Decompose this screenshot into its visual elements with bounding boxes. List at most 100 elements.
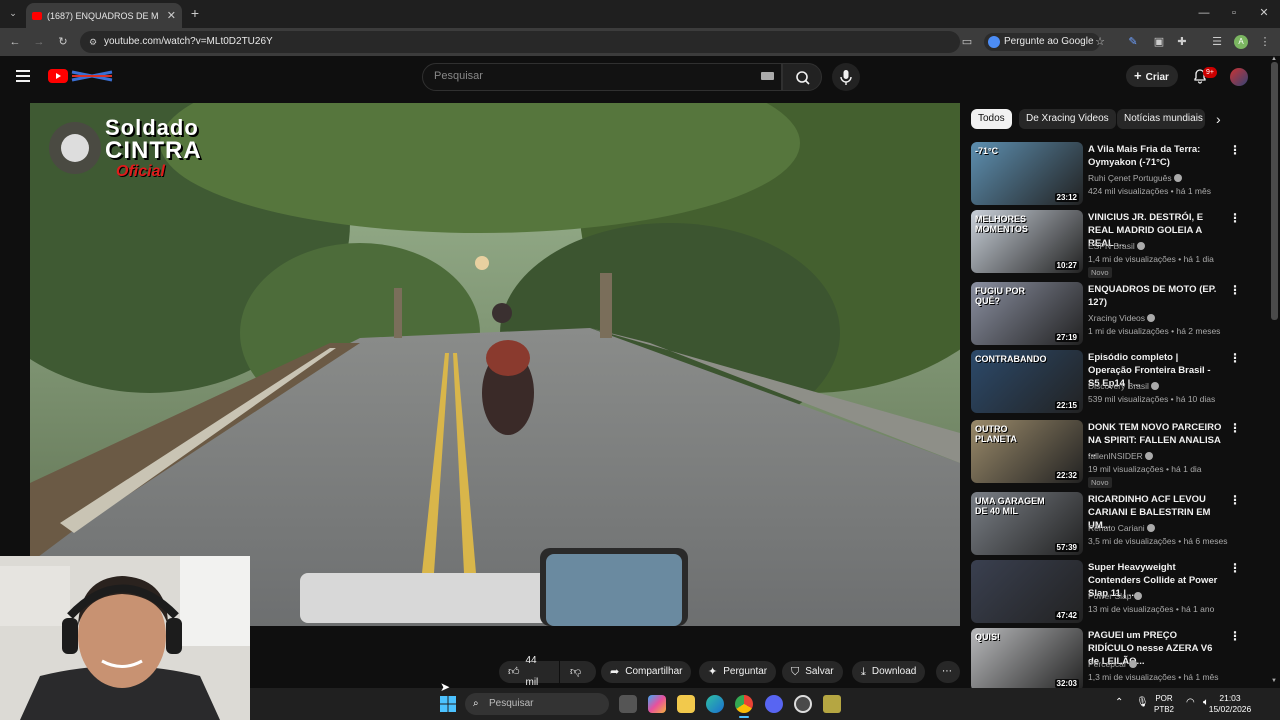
task-view-icon[interactable] — [619, 695, 637, 713]
channel-name[interactable]: Renato Cariani — [1088, 523, 1156, 533]
file-explorer-icon[interactable] — [677, 695, 695, 713]
chip-noticias[interactable]: Notícias mundiais — [1117, 109, 1205, 129]
channel-name[interactable]: Ruhi Çenet Português — [1088, 173, 1183, 183]
more-options-icon[interactable]: ⋮ — [1229, 283, 1241, 297]
recommendation-item[interactable]: CONTRABANDO 22:15 Episódio completo | Oper… — [971, 350, 1261, 414]
channel-name[interactable]: Discovery Brasil — [1088, 381, 1160, 391]
recommendation-item[interactable]: MELHORES MOMENTOS 10:27 VINICIUS JR. DESTR… — [971, 210, 1261, 278]
new-tab-icon[interactable]: + — [187, 5, 203, 21]
edge-browser-icon[interactable] — [706, 695, 724, 713]
channel-name[interactable]: Percepcar — [1088, 659, 1138, 669]
extensions-puzzle-icon[interactable]: ✚ — [1175, 35, 1189, 49]
save-button[interactable]: ⛉ Salvar — [782, 661, 843, 683]
video-thumbnail[interactable]: QUIS! 32:03 — [971, 628, 1083, 691]
youtube-logo[interactable] — [48, 69, 114, 83]
channel-name-text: Ruhi Çenet Português — [1088, 173, 1172, 183]
minimize-icon[interactable]: — — [1190, 4, 1218, 22]
channel-name[interactable]: ESPN Brasil — [1088, 241, 1146, 251]
maximize-icon[interactable]: ▫ — [1220, 4, 1248, 22]
extension-translate-icon[interactable]: ✎ — [1126, 35, 1140, 49]
browser-tab[interactable]: (1687) ENQUADROS DE M ✕ — [26, 3, 182, 28]
windows-start-icon[interactable] — [440, 696, 456, 712]
language-indicator[interactable]: POR PTB2 — [1152, 693, 1176, 715]
more-options-icon[interactable]: ⋮ — [1229, 493, 1241, 507]
download-button[interactable]: ⤓ Download — [852, 661, 926, 683]
recommendation-item[interactable]: OUTRO PLANETA 22:32 DONK TEM NOVO PARCEIRO… — [971, 420, 1261, 488]
ask-button[interactable]: ✦ Perguntar — [699, 661, 777, 683]
more-options-icon[interactable]: ⋮ — [1229, 629, 1241, 643]
ask-google-label: Pergunte ao Google — [1004, 36, 1094, 47]
site-info-icon[interactable]: ⚙ — [86, 35, 100, 49]
cast-icon[interactable]: ▭ — [960, 35, 974, 49]
taskbar-search-input: Pesquisar — [489, 698, 534, 709]
more-options-icon[interactable]: ⋮ — [1229, 211, 1241, 225]
discord-icon[interactable] — [765, 695, 783, 713]
thumbnail-caption: FUGIU POR QUÊ? — [975, 286, 1026, 306]
wifi-icon[interactable]: ◠ — [1186, 697, 1195, 708]
bookmark-star-icon[interactable]: ☆ — [1093, 35, 1107, 49]
chip-xracing[interactable]: De Xracing Videos — [1019, 109, 1116, 129]
share-button[interactable]: ➦ Compartilhar — [601, 661, 692, 683]
close-tab-icon[interactable]: ✕ — [167, 9, 176, 22]
chevron-right-icon[interactable]: › — [1216, 111, 1221, 127]
language-code: POR — [1155, 694, 1173, 703]
keyboard-icon[interactable] — [761, 72, 774, 80]
video-thumbnail[interactable]: FUGIU POR QUÊ? 27:19 — [971, 282, 1083, 345]
video-thumbnail[interactable]: 47:42 — [971, 560, 1083, 623]
create-button[interactable]: + Criar — [1126, 65, 1178, 87]
recommendation-item[interactable]: 47:42 Super Heavyweight Contenders Collid… — [971, 560, 1261, 624]
url-text[interactable]: youtube.com/watch?v=MLt0D2TU26Y — [104, 36, 273, 47]
recommendation-item[interactable]: -71°C 23:12 A Vila Mais Fria da Terra: Oym… — [971, 142, 1261, 206]
reload-icon[interactable]: ↻ — [56, 35, 70, 49]
like-button[interactable]: 👍︎ 44 mil — [499, 655, 559, 688]
forward-icon[interactable]: → — [32, 35, 46, 49]
scroll-down-icon[interactable]: ▼ — [1271, 678, 1277, 684]
recommendation-item[interactable]: UMA GARAGEM DE 40 MIL 57:39 RICARDINHO ACF… — [971, 492, 1261, 556]
video-title[interactable]: ENQUADROS DE MOTO (EP. 127) — [1088, 283, 1224, 309]
account-avatar[interactable] — [1230, 68, 1248, 86]
steam-icon[interactable] — [794, 695, 812, 713]
video-title[interactable]: A Vila Mais Fria da Terra: Oymyakon (-71… — [1088, 143, 1224, 169]
chrome-browser-icon[interactable] — [735, 695, 753, 713]
search-input[interactable]: Pesquisar — [434, 70, 483, 82]
chrome-menu-icon[interactable]: ⋮ — [1258, 35, 1272, 49]
channel-name[interactable]: Power Slap — [1088, 591, 1142, 601]
more-options-icon[interactable]: ⋮ — [1229, 143, 1241, 157]
video-thumbnail[interactable]: OUTRO PLANETA 22:32 — [971, 420, 1083, 483]
video-thumbnail[interactable]: UMA GARAGEM DE 40 MIL 57:39 — [971, 492, 1083, 555]
dislike-button[interactable]: 👎︎ — [560, 661, 596, 683]
ask-google-button[interactable]: Pergunte ao Google — [984, 33, 1100, 51]
close-window-icon[interactable]: ✕ — [1250, 4, 1278, 22]
recommendation-item[interactable]: QUIS! 32:03 PAGUEI um PREÇO RIDÍCULO nesse… — [971, 628, 1261, 692]
video-metadata: 424 mil visualizações • há 1 mês — [1088, 186, 1211, 196]
thumbnail-caption: QUIS! — [975, 632, 1001, 642]
channel-name[interactable]: fallenINSIDER — [1088, 451, 1154, 461]
video-thumbnail[interactable]: CONTRABANDO 22:15 — [971, 350, 1083, 413]
hamburger-menu-icon[interactable] — [16, 70, 30, 82]
copilot-icon[interactable] — [648, 695, 666, 713]
chip-todos[interactable]: Todos — [971, 109, 1012, 129]
video-thumbnail[interactable]: -71°C 23:12 — [971, 142, 1083, 205]
voice-search-button[interactable] — [832, 63, 860, 91]
back-icon[interactable]: ← — [8, 35, 22, 49]
reading-list-icon[interactable]: ☰ — [1210, 35, 1224, 49]
more-options-icon[interactable]: ⋮ — [1229, 421, 1241, 435]
more-options-icon[interactable]: ⋮ — [1229, 351, 1241, 365]
page-scrollbar[interactable] — [1271, 62, 1278, 320]
taskbar-clock[interactable]: 21:03 15/02/2026 — [1206, 693, 1254, 715]
microphone-tray-icon[interactable]: 🎙︎ — [1136, 697, 1149, 708]
more-options-icon[interactable]: ⋮ — [1229, 561, 1241, 575]
verified-icon — [1151, 382, 1160, 390]
more-actions-button[interactable]: ⋯ — [936, 661, 960, 683]
search-button[interactable] — [782, 63, 822, 91]
taskbar-search-box[interactable]: ⌕ Pesquisar — [465, 693, 609, 715]
recommendation-item[interactable]: FUGIU POR QUÊ? 27:19 ENQUADROS DE MOTO (EP… — [971, 282, 1261, 346]
tray-chevron-icon[interactable]: ⌃ — [1115, 697, 1123, 708]
app-icon[interactable] — [823, 695, 841, 713]
tab-list-icon[interactable]: ⌄ — [6, 6, 20, 20]
profile-avatar[interactable]: A — [1234, 35, 1248, 49]
video-thumbnail[interactable]: MELHORES MOMENTOS 10:27 — [971, 210, 1083, 273]
extension-icon[interactable]: ▣ — [1152, 35, 1166, 49]
channel-name[interactable]: Xracing Videos — [1088, 313, 1156, 323]
video-player[interactable]: Soldado CINTRA Oficial — [30, 103, 960, 626]
